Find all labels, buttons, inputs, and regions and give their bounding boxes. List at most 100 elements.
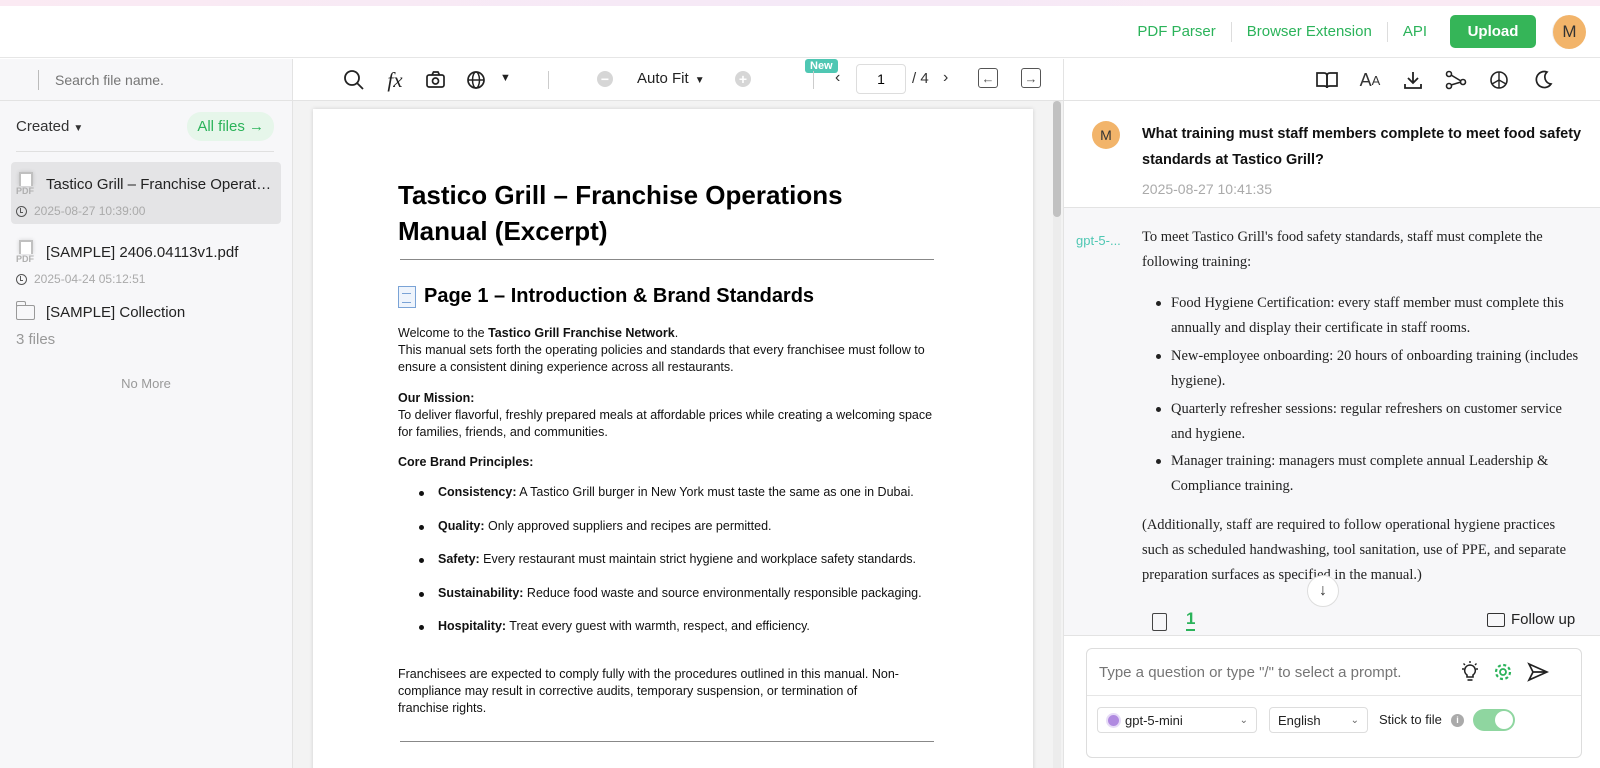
- sort-dropdown[interactable]: Created ▼: [16, 118, 83, 135]
- reference-count[interactable]: 1: [1186, 609, 1196, 631]
- scroll-thumb[interactable]: [1053, 101, 1061, 217]
- caret-down-icon: ▼: [694, 75, 705, 86]
- closing-paragraph: Franchisees are expected to comply fully…: [398, 667, 899, 715]
- question-timestamp: 2025-08-27 10:41:35: [1142, 181, 1272, 197]
- screenshot-icon[interactable]: [423, 67, 449, 93]
- model-icon: [1106, 712, 1121, 728]
- follow-up-label: Follow up: [1511, 611, 1576, 628]
- formula-icon[interactable]: fx: [382, 67, 408, 93]
- dark-mode-icon[interactable]: [1530, 67, 1556, 93]
- welcome-suffix: .: [674, 326, 679, 340]
- follow-up-button[interactable]: Follow up: [1487, 611, 1575, 628]
- user-avatar[interactable]: M: [1552, 14, 1586, 49]
- question-block: M What training must staff members compl…: [1064, 101, 1600, 208]
- answer-bullet: Food Hygiene Certification: every staff …: [1156, 291, 1586, 341]
- openai-icon[interactable]: [1486, 67, 1512, 93]
- sort-label: Created: [16, 117, 70, 135]
- user-avatar: M: [1092, 121, 1120, 149]
- browser-extension-link[interactable]: Browser Extension: [1232, 21, 1388, 42]
- settings-gear-icon[interactable]: [1490, 659, 1516, 685]
- file-name: Tastico Grill – Franchise Operations Man…: [46, 175, 272, 193]
- page-total: / 4: [912, 70, 929, 87]
- send-icon[interactable]: [1525, 659, 1551, 685]
- principle-text: Reduce food waste and source environment…: [523, 586, 922, 600]
- book-icon[interactable]: [1314, 67, 1340, 93]
- all-files-button[interactable]: All files →: [187, 111, 274, 141]
- pdf-parser-link[interactable]: PDF Parser: [1122, 21, 1232, 42]
- lightbulb-icon[interactable]: [1457, 659, 1483, 685]
- translate-icon[interactable]: [465, 67, 491, 93]
- principle-label: Hospitality:: [438, 619, 507, 633]
- answer-bullet: Quarterly refresher sessions: regular re…: [1156, 397, 1586, 447]
- horizontal-rule: [400, 741, 934, 742]
- stick-to-file-toggle[interactable]: [1473, 709, 1515, 731]
- file-date: 2025-04-24 05:12:51: [34, 272, 146, 286]
- welcome-paragraph: Welcome to the Tastico Grill Franchise N…: [398, 325, 943, 376]
- chevron-down-icon: ⌄: [1350, 714, 1359, 726]
- caret-down-icon: ▼: [73, 122, 84, 134]
- file-date: 2025-08-27 10:39:00: [34, 204, 146, 218]
- principle-item: Safety: Every restaurant must maintain s…: [419, 552, 916, 566]
- principles-heading: Core Brand Principles:: [398, 454, 943, 471]
- file-name: [SAMPLE] 2406.04113v1.pdf: [46, 243, 239, 261]
- page-facing-up-icon: [398, 285, 416, 308]
- language-select-value: English: [1278, 712, 1321, 728]
- all-files-label: All files: [197, 117, 245, 135]
- search-icon[interactable]: [341, 67, 367, 93]
- pdf-viewer[interactable]: Tastico Grill – Franchise Operations Man…: [293, 101, 1063, 768]
- upload-button[interactable]: Upload: [1450, 15, 1536, 48]
- folder-icon: [16, 301, 35, 320]
- new-badge: New: [805, 59, 838, 73]
- caret-down-icon[interactable]: ▼: [500, 72, 511, 84]
- principle-label: Sustainability:: [438, 586, 524, 600]
- toolbar-divider: [813, 71, 814, 89]
- reference-icon[interactable]: [1152, 613, 1167, 631]
- zoom-label: Auto Fit: [637, 70, 689, 87]
- principle-label: Safety:: [438, 552, 480, 566]
- next-page-icon[interactable]: ›: [943, 69, 948, 87]
- file-list-item[interactable]: PDF Tastico Grill – Franchise Operations…: [11, 162, 281, 224]
- download-icon[interactable]: [1400, 67, 1426, 93]
- zoom-out-icon[interactable]: −: [597, 71, 613, 87]
- pdf-file-icon: PDF: [16, 240, 38, 264]
- language-select[interactable]: English ⌄: [1269, 707, 1368, 733]
- scroll-down-button[interactable]: ↓: [1307, 575, 1339, 607]
- sidebar-divider: [16, 151, 274, 152]
- collapse-right-icon[interactable]: →: [1021, 68, 1041, 88]
- welcome-prefix: Welcome to the: [398, 326, 489, 340]
- document-title: Tastico Grill – Franchise Operations Man…: [398, 180, 843, 246]
- prompt-input[interactable]: [1099, 664, 1469, 681]
- file-list-item[interactable]: PDF [SAMPLE] 2406.04113v1.pdf 2025-04-24…: [11, 230, 281, 292]
- info-icon[interactable]: i: [1451, 714, 1464, 727]
- api-link[interactable]: API: [1388, 22, 1442, 42]
- zoom-in-icon[interactable]: +: [735, 71, 751, 87]
- answer-bullet-text: New-employee onboarding: 20 hours of onb…: [1171, 348, 1579, 389]
- pdf-file-icon: PDF: [16, 172, 38, 196]
- pdf-page: Tastico Grill – Franchise Operations Man…: [313, 109, 1033, 768]
- model-select[interactable]: gpt-5-mini ⌄: [1097, 707, 1257, 733]
- pdf-toolbar: fx ▼ New − Auto Fit ▼ + ‹ / 4 › ← →: [293, 59, 1063, 101]
- composer: gpt-5-mini ⌄ English ⌄ Stick to file i: [1086, 648, 1582, 758]
- mindmap-icon[interactable]: [1443, 67, 1469, 93]
- composer-area: gpt-5-mini ⌄ English ⌄ Stick to file i: [1063, 635, 1600, 768]
- chat-toolbar: AA: [1063, 59, 1600, 101]
- section-heading: Page 1 – Introduction & Brand Standards: [398, 285, 814, 308]
- mission-text: To deliver flavorful, freshly prepared m…: [398, 408, 933, 439]
- answer-bullet: New-employee onboarding: 20 hours of onb…: [1156, 344, 1586, 394]
- page-number-input[interactable]: [856, 64, 906, 94]
- stick-to-file-label: Stick to file: [1379, 712, 1442, 727]
- pdf-scrollbar[interactable]: [1053, 101, 1061, 768]
- prev-page-icon[interactable]: ‹: [835, 69, 840, 87]
- sort-row: Created ▼ All files →: [0, 101, 292, 151]
- file-search-input[interactable]: [55, 71, 275, 88]
- folder-list-item[interactable]: [SAMPLE] Collection 3 files: [11, 298, 281, 352]
- collapse-left-icon[interactable]: ←: [978, 68, 998, 88]
- no-more-label: No More: [121, 376, 171, 391]
- principle-text: A Tastico Grill burger in New York must …: [516, 485, 914, 499]
- principles-heading-text: Core Brand Principles:: [398, 455, 534, 469]
- arrow-right-icon: →: [249, 117, 264, 135]
- font-size-icon[interactable]: AA: [1357, 67, 1383, 93]
- zoom-dropdown[interactable]: Auto Fit ▼: [637, 70, 705, 87]
- question-text: What training must staff members complet…: [1142, 126, 1582, 168]
- file-search-row: [0, 59, 292, 101]
